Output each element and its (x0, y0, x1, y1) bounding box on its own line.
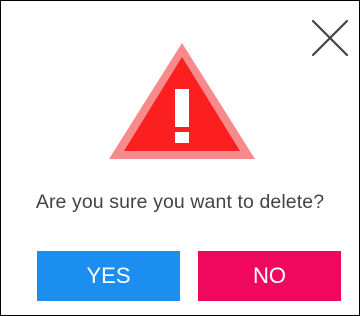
yes-button[interactable]: YES (37, 251, 180, 301)
exclamation-dot (175, 132, 189, 143)
confirmation-message: Are you sure you want to delete? (35, 191, 325, 213)
close-button[interactable] (309, 17, 351, 59)
delete-confirm-dialog: Are you sure you want to delete? YES NO (0, 0, 360, 316)
exclamation-bar (175, 89, 189, 127)
close-icon[interactable] (309, 17, 351, 59)
no-button[interactable]: NO (198, 251, 341, 301)
warning-triangle-icon (109, 43, 255, 161)
